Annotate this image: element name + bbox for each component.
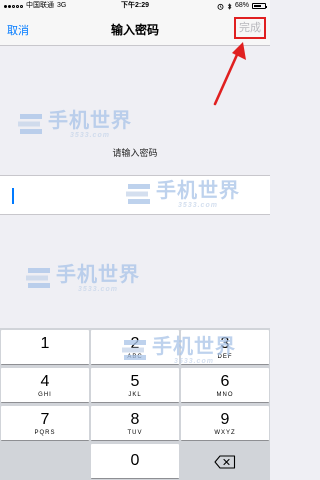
key-empty (1, 444, 89, 479)
key-3[interactable]: 3 DEF (181, 330, 269, 365)
watermark-url: 3533.com (78, 286, 118, 293)
annotation-arrow-icon (213, 42, 246, 106)
status-bar: 中国联通 3G 下午2:29 68% (0, 0, 270, 12)
page-title: 输入密码 (110, 23, 159, 37)
key-letters: WXYZ (214, 430, 236, 436)
key-digit: 6 (220, 373, 230, 390)
key-letters: JKL (128, 392, 142, 398)
watermark-title: 手机世界 (48, 110, 132, 132)
done-button[interactable]: 完成 (234, 17, 266, 39)
key-digit: 0 (130, 452, 140, 469)
watermark: 手机世界 3533.com (18, 110, 132, 139)
key-letters: MNO (216, 392, 234, 398)
key-digit: 1 (40, 335, 50, 352)
watermark-url: 3533.com (70, 132, 110, 139)
key-4[interactable]: 4 GHI (1, 368, 89, 403)
watermark: 手机世界 3533.com (26, 264, 140, 293)
key-8[interactable]: 8 TUV (91, 406, 179, 441)
delete-key[interactable] (181, 444, 269, 479)
key-digit: 9 (220, 411, 230, 428)
password-prompt: 请输入密码 (112, 148, 158, 158)
key-letters: DEF (217, 354, 233, 360)
numeric-keypad: 1 2 ABC 3 DEF 4 GHI 5 JKL 6 MNO 7 PQRS 8… (0, 328, 270, 480)
battery-icon (252, 3, 267, 9)
key-letters: PQRS (34, 430, 56, 436)
key-digit: 3 (220, 335, 230, 352)
battery-percent: 68% (234, 2, 249, 9)
key-letters: TUV (127, 430, 143, 436)
key-1[interactable]: 1 (1, 330, 89, 365)
key-0[interactable]: 0 (91, 444, 179, 479)
key-digit: 4 (40, 373, 50, 390)
watermark-logo-icon (26, 268, 50, 288)
key-digit: 7 (40, 411, 50, 428)
bluetooth-icon (227, 2, 232, 10)
key-digit: 8 (130, 411, 140, 428)
watermark-logo-icon (18, 114, 42, 134)
password-input[interactable] (0, 175, 270, 215)
key-5[interactable]: 5 JKL (91, 368, 179, 403)
key-digit: 5 (130, 373, 140, 390)
watermark-title: 手机世界 (56, 264, 140, 286)
alarm-icon (217, 3, 224, 10)
key-letters: GHI (38, 392, 52, 398)
key-digit: 2 (130, 335, 140, 352)
battery-level (254, 5, 261, 7)
key-2[interactable]: 2 ABC (91, 330, 179, 365)
key-7[interactable]: 7 PQRS (1, 406, 89, 441)
text-cursor (12, 188, 14, 204)
backspace-icon (214, 455, 236, 469)
status-right: 68% (217, 0, 267, 12)
key-6[interactable]: 6 MNO (181, 368, 269, 403)
key-letters: ABC (127, 354, 143, 360)
key-9[interactable]: 9 WXYZ (181, 406, 269, 441)
